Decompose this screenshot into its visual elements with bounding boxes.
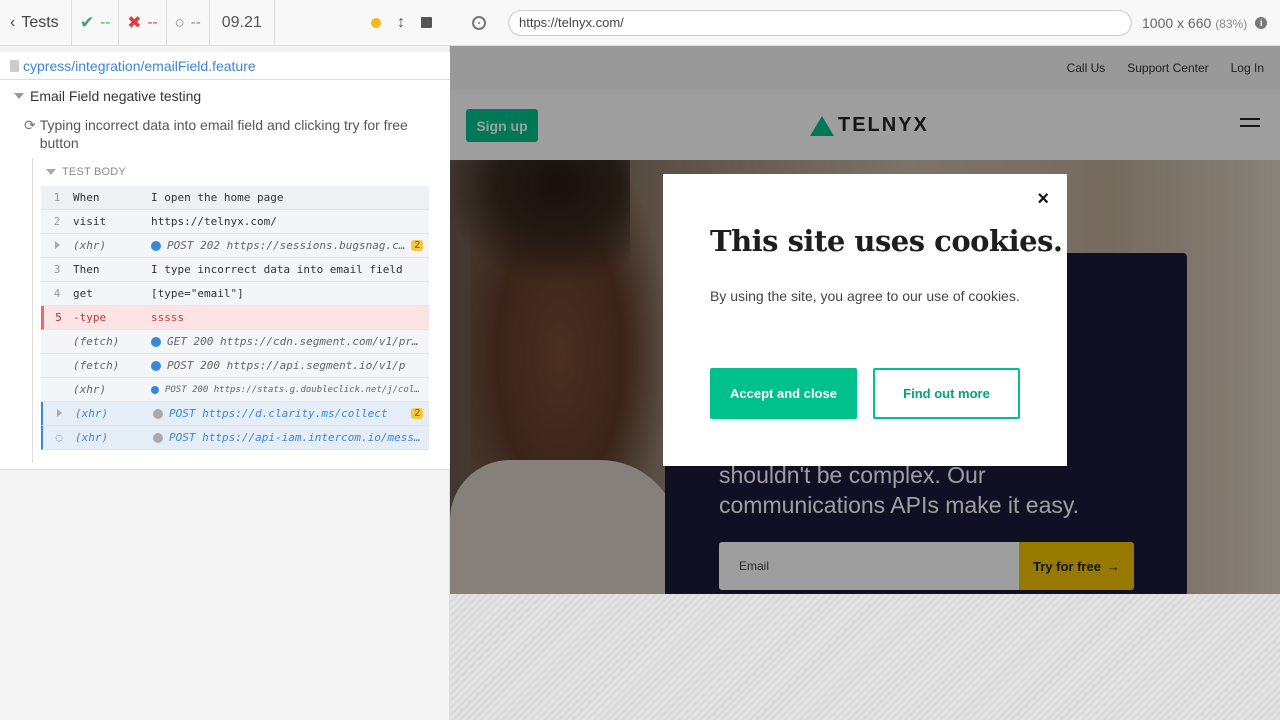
command-row[interactable]: 3 Then I type incorrect data into email … bbox=[41, 258, 429, 282]
suite-title[interactable]: Email Field negative testing bbox=[14, 88, 201, 104]
close-icon[interactable]: × bbox=[1037, 188, 1049, 211]
command-row[interactable]: (fetch) GET 200 https://cdn.segment.com/… bbox=[41, 330, 429, 354]
stop-icon[interactable] bbox=[421, 17, 432, 28]
find-out-more-button[interactable]: Find out more bbox=[873, 368, 1020, 419]
command-row[interactable]: 2 visit https://telnyx.com/ bbox=[41, 210, 429, 234]
pending-circle-icon: ○ bbox=[174, 12, 185, 32]
cross-icon: ✖ bbox=[127, 12, 142, 32]
command-row-failed[interactable]: 5 -type sssss bbox=[41, 306, 429, 330]
status-dot bbox=[153, 432, 163, 443]
test-body-header[interactable]: TEST BODY bbox=[46, 166, 126, 178]
url-field[interactable]: https://telnyx.com/ bbox=[508, 9, 1132, 36]
status-dot bbox=[153, 408, 163, 419]
pending-count: ○ -- bbox=[167, 0, 210, 45]
auto-scroll-icon[interactable]: ↕ bbox=[397, 14, 405, 32]
caret-right-icon bbox=[56, 409, 62, 417]
check-icon: ✔ bbox=[80, 12, 95, 32]
cookie-modal: × This site uses cookies. By using the s… bbox=[663, 174, 1067, 466]
status-dot bbox=[151, 240, 161, 251]
info-icon[interactable]: i bbox=[1255, 16, 1268, 29]
reporter: Email Field negative testing ⟳ Typing in… bbox=[0, 80, 450, 470]
command-list: 1 When I open the home page 2 visit http… bbox=[41, 186, 429, 450]
caret-right-icon bbox=[54, 241, 60, 249]
spec-file-bar: cypress/integration/emailField.feature bbox=[0, 52, 450, 80]
aut-iframe: Call Us Support Center Log In Sign up TE… bbox=[450, 46, 1280, 594]
test-title[interactable]: ⟳ Typing incorrect data into email field… bbox=[24, 116, 434, 152]
command-row[interactable]: 4 get [type="email"] bbox=[41, 282, 429, 306]
status-dot bbox=[151, 385, 159, 394]
command-row[interactable]: (xhr) POST 200 https://stats.g.doublecli… bbox=[41, 378, 429, 402]
status-dot bbox=[151, 360, 161, 371]
accept-and-close-button[interactable]: Accept and close bbox=[710, 368, 857, 419]
aut-url-bar: https://telnyx.com/ 1000 x 660 (83%) i bbox=[450, 0, 1280, 46]
cookie-modal-title: This site uses cookies. bbox=[710, 224, 1063, 258]
command-row-pending[interactable]: (xhr) POST https://d.clarity.ms/collect … bbox=[41, 402, 429, 426]
count-badge: 2 bbox=[411, 240, 423, 251]
cookie-modal-body: By using the site, you agree to our use … bbox=[710, 288, 1020, 304]
runner-controls: ↕ bbox=[275, 0, 450, 45]
tests-button[interactable]: ‹ Tests bbox=[0, 0, 72, 45]
command-row[interactable]: (fetch) POST 200 https://api.segment.io/… bbox=[41, 354, 429, 378]
duration: 09.21 bbox=[210, 0, 275, 45]
command-row-pending[interactable]: ◌ (xhr) POST https://api-iam.intercom.io… bbox=[41, 426, 429, 450]
passed-count: ✔ -- bbox=[72, 0, 120, 45]
spec-path-link[interactable]: cypress/integration/emailField.feature bbox=[23, 58, 256, 74]
selector-playground-icon[interactable] bbox=[450, 15, 508, 30]
viewport-size: 1000 x 660 (83%) bbox=[1142, 14, 1248, 31]
running-indicator-icon bbox=[371, 17, 381, 28]
test-body-divider bbox=[32, 158, 33, 463]
file-icon bbox=[10, 59, 19, 72]
running-spinner-icon: ⟳ bbox=[24, 117, 36, 133]
command-row[interactable]: 1 When I open the home page bbox=[41, 186, 429, 210]
chevron-left-icon: ‹ bbox=[10, 13, 16, 31]
caret-down-icon bbox=[46, 169, 56, 175]
command-row[interactable]: (xhr) POST 202 https://sessions.bugsnag.… bbox=[41, 234, 429, 258]
status-dot bbox=[151, 336, 161, 347]
loading-spinner-icon: ◌ bbox=[55, 431, 63, 444]
caret-down-icon bbox=[14, 93, 24, 99]
runner-header: ‹ Tests ✔ -- ✖ -- ○ -- 09.21 ↕ bbox=[0, 0, 450, 46]
count-badge: 2 bbox=[411, 408, 423, 419]
tests-label: Tests bbox=[21, 13, 59, 31]
failed-count: ✖ -- bbox=[119, 0, 167, 45]
